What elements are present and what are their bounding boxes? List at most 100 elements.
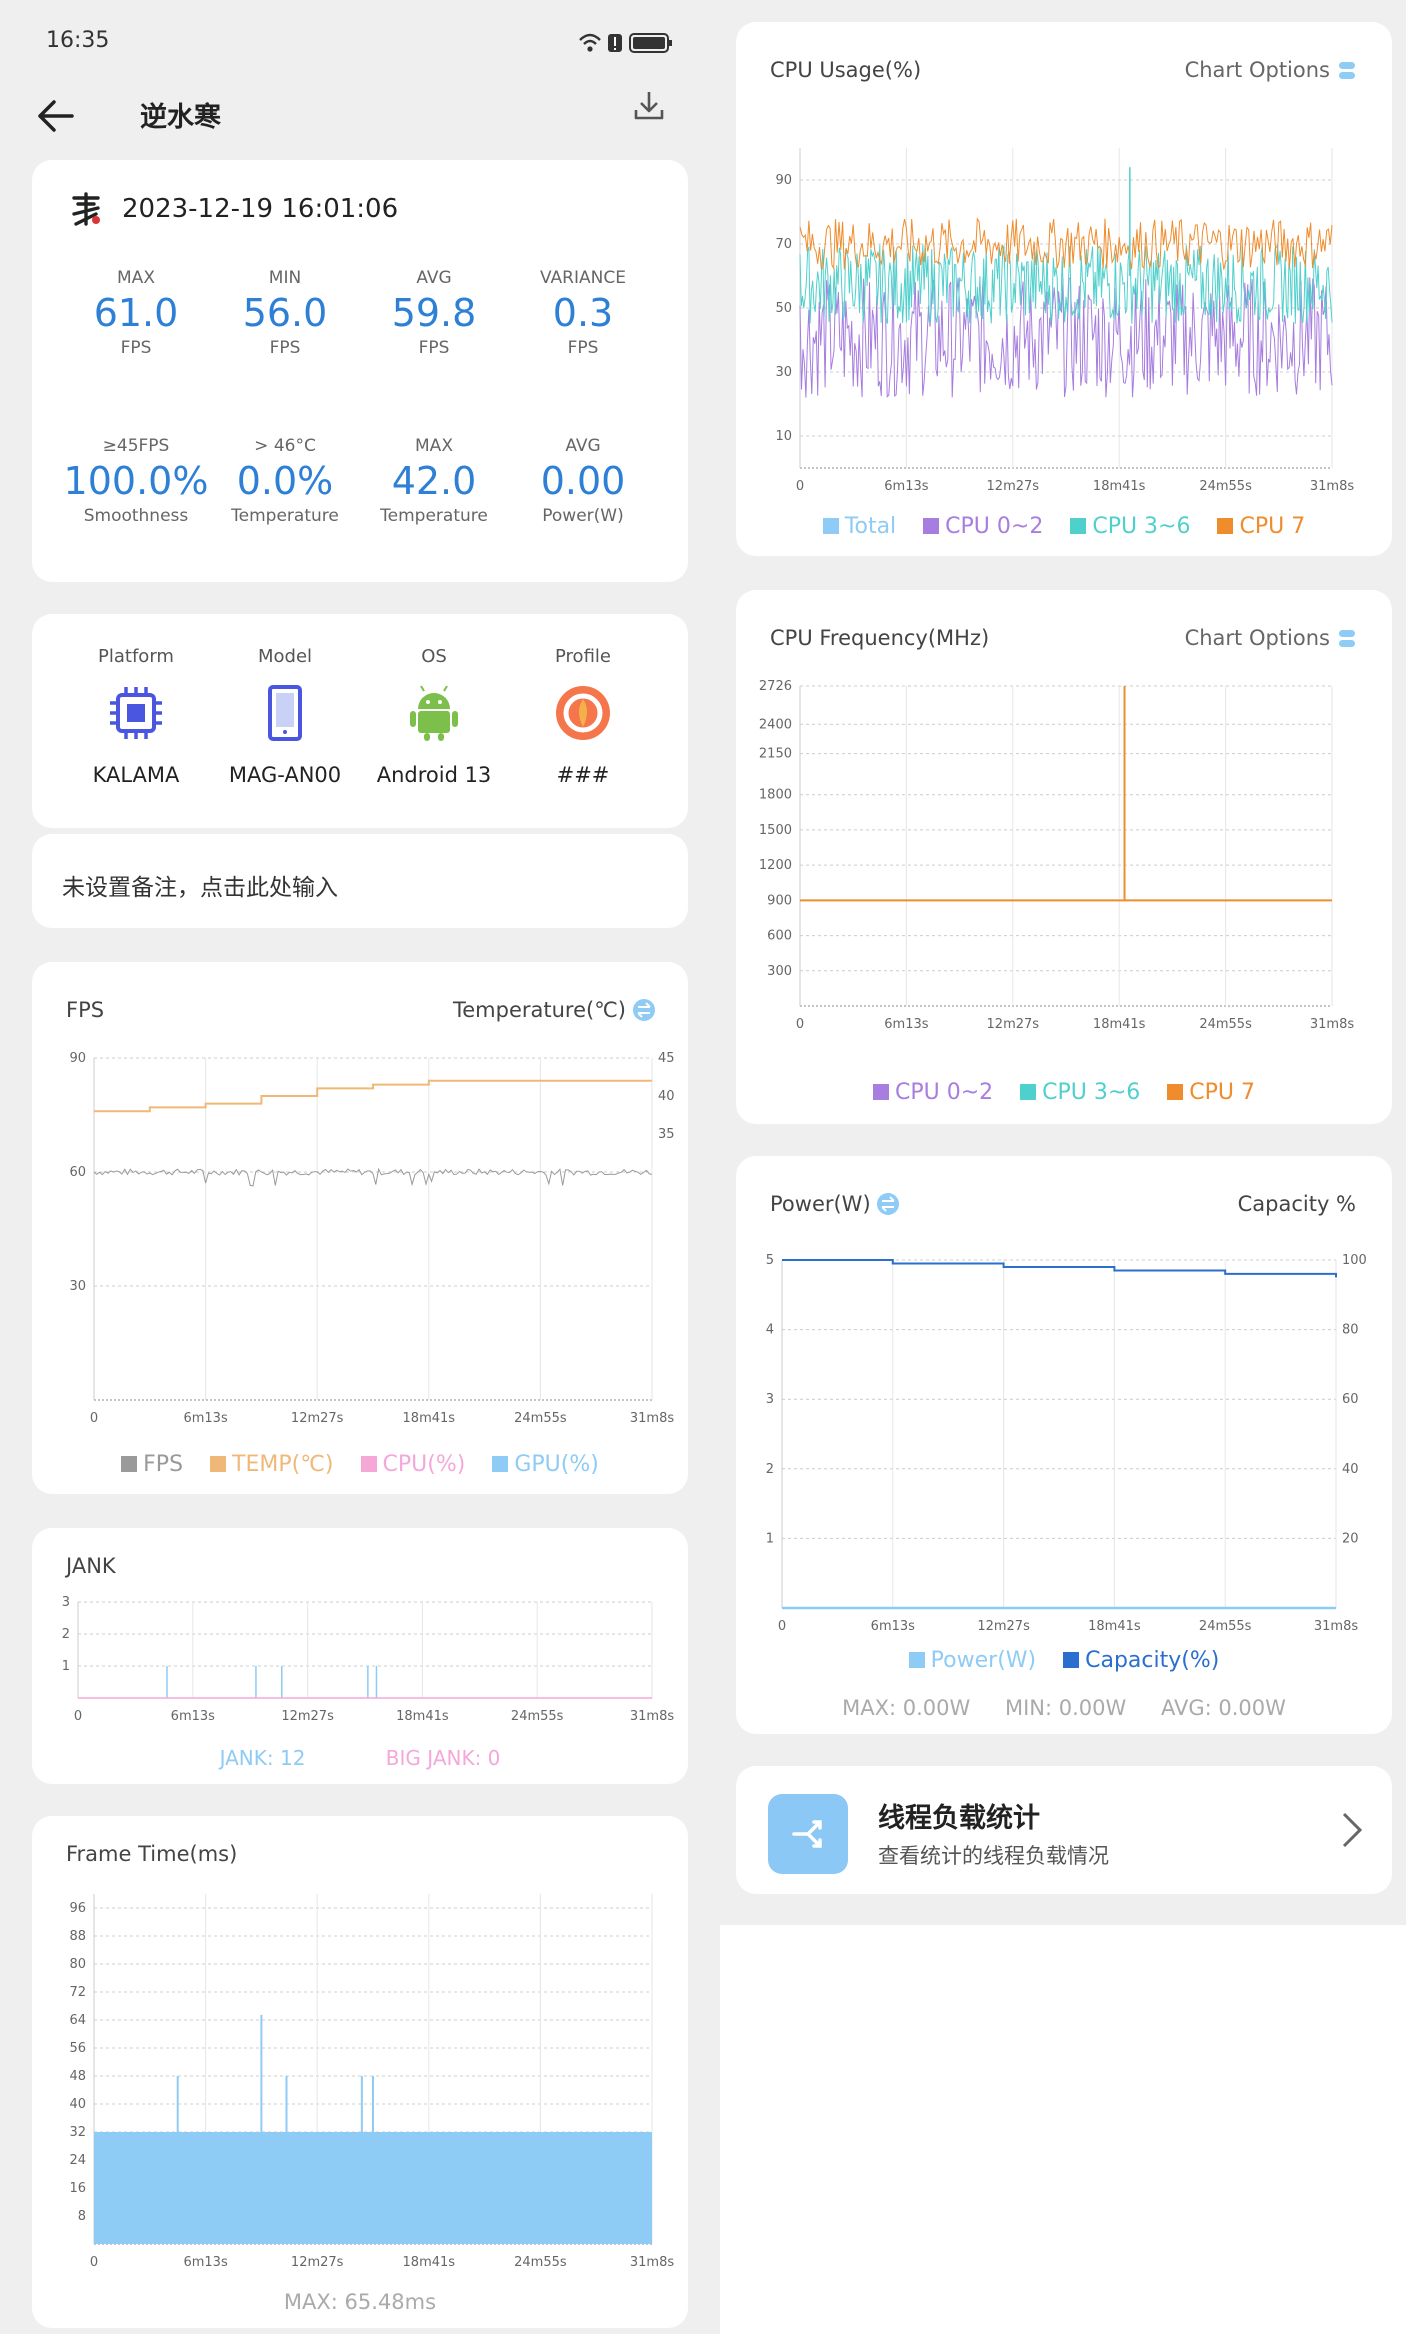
y-tick-label: 600 — [767, 929, 792, 944]
x-tick-label: 24m55s — [511, 1709, 564, 1724]
x-tick-label: 18m41s — [403, 2255, 456, 2270]
download-icon[interactable] — [632, 88, 666, 122]
cpu-frequency-card: CPU Frequency(MHz) Chart Options 300 600 9… — [736, 590, 1392, 1124]
x-tick-label: 6m13s — [183, 2255, 227, 2270]
x-tick-label: 6m13s — [183, 1411, 227, 1426]
power-max: MAX: 0.00W — [842, 1696, 971, 1720]
x-tick-label: 0 — [90, 1411, 98, 1426]
frametime-chart-card: Frame Time(ms) 8 16 24 32 40 48 56 64 72 80 88 96 0 6… — [32, 1816, 688, 2328]
x-tick-label: 6m13s — [871, 1619, 915, 1634]
stat-avg-power: AVG 0.00 Power(W) — [540, 436, 626, 526]
temp-line — [94, 1079, 652, 1113]
note-input[interactable]: 未设置备注，点击此处输入 — [32, 834, 688, 928]
jank-summary: JANK: 12 BIG JANK: 0 — [32, 1746, 688, 1770]
cpu-usage-chart-options[interactable]: Chart Options — [1185, 58, 1330, 82]
device-platform: Platform KALAMA — [92, 646, 180, 787]
x-tick-label: 18m41s — [1088, 1619, 1141, 1634]
cpu-usage-plot: 10 30 50 70 90 0 6m13s 12m27s 18m41s 24m55s 31m8s — [775, 148, 1354, 494]
device-model: Model MAG-AN00 — [228, 646, 342, 787]
legend-cpu36: CPU 3~6 — [1070, 514, 1190, 539]
record-datetime: 2023-12-19 16:01:06 — [122, 194, 399, 224]
x-tick-label: 0 — [74, 1709, 82, 1724]
power-min: MIN: 0.00W — [1004, 1696, 1127, 1720]
legend-cpu: CPU(%) — [360, 1452, 465, 1477]
page-title: 逆水寒 — [140, 102, 221, 133]
status-time: 16:35 — [46, 28, 110, 53]
back-arrow-icon[interactable] — [36, 96, 76, 136]
x-tick-label: 31m8s — [1310, 479, 1354, 494]
x-tick-label: 31m8s — [630, 1709, 674, 1724]
thread-load-card[interactable]: 线程负载统计 查看统计的线程负载情况 — [736, 1766, 1392, 1894]
temperature-axis-title: Temperature(℃) — [453, 998, 626, 1022]
x-tick-label: 31m8s — [630, 2255, 674, 2270]
swap-icon[interactable] — [632, 998, 656, 1022]
device-card: Platform KALAMA Model MAG-AN00 OS Androi… — [32, 614, 688, 828]
x-tick-label: 0 — [778, 1619, 786, 1634]
y-tick-label: 3 — [62, 1595, 70, 1610]
db-icon[interactable] — [1338, 628, 1356, 650]
power-legend: Power(W) Capacity(%) — [736, 1648, 1392, 1673]
jank-chart-plot: 1 2 3 0 6m13s 12m27s 18m41s 24m55s 31m8s — [62, 1595, 675, 1724]
x-tick-label: 0 — [796, 479, 804, 494]
frametime-chart-title: Frame Time(ms) — [66, 1842, 238, 1866]
legend-cpu36: CPU 3~6 — [1020, 1080, 1140, 1105]
x-tick-label: 12m27s — [291, 2255, 344, 2270]
chevron-right-icon — [1342, 1812, 1363, 1848]
y-tick-label: 900 — [767, 893, 792, 908]
y-tick-label: 2 — [62, 1627, 70, 1642]
fps-chart-title: FPS — [66, 998, 105, 1022]
frametime-chart-plot: 8 16 24 32 40 48 56 64 72 80 88 96 0 6m13s 12m27s 18m41… — [69, 1894, 674, 2270]
y-tick-label: 72 — [69, 1985, 86, 2000]
x-tick-label: 31m8s — [630, 1411, 674, 1426]
x-tick-label: 18m41s — [403, 1411, 456, 1426]
y-tick-label: 30 — [775, 365, 792, 380]
summary-card: 2023-12-19 16:01:06 MAX 61.0 FPS MIN 56.0 FP… — [32, 160, 688, 582]
legend-cpu02: CPU 0~2 — [923, 514, 1043, 539]
y-tick-label: 80 — [69, 1957, 86, 1972]
y-tick-label: 8 — [78, 2209, 86, 2224]
x-tick-label: 31m8s — [1310, 1017, 1354, 1032]
y-tick-label: 56 — [69, 2041, 86, 2056]
wifi-icon — [579, 33, 601, 52]
x-tick-label: 12m27s — [987, 479, 1040, 494]
y-tick-label: 96 — [69, 1901, 86, 1916]
frametime-area — [94, 2132, 652, 2244]
cpu-usage-title: CPU Usage(%) — [770, 58, 922, 82]
power-card: Power(W) Capacity % 1 2 3 4 5 0 6m13s 12m27s 18m… — [736, 1156, 1392, 1734]
y-tick-label: 5 — [766, 1253, 774, 1268]
y-tick-label: 24 — [69, 2153, 86, 2168]
x-tick-label: 0 — [90, 2255, 98, 2270]
y2-tick-label: 45 — [658, 1051, 675, 1066]
chip-icon — [110, 687, 162, 739]
y-tick-label: 3 — [766, 1392, 774, 1407]
x-tick-label: 12m27s — [987, 1017, 1040, 1032]
y-tick-label: 1200 — [759, 858, 792, 873]
device-profile: Profile ### — [509, 646, 657, 787]
y-tick-label: 88 — [69, 1929, 86, 1944]
db-icon[interactable] — [1338, 60, 1356, 82]
legend-capacity: Capacity(%) — [1063, 1648, 1219, 1673]
capacity-line — [782, 1259, 1337, 1278]
x-tick-label: 12m27s — [291, 1411, 344, 1426]
x-tick-label: 18m41s — [396, 1709, 449, 1724]
legend-cpu02: CPU 0~2 — [872, 1080, 993, 1105]
x-tick-label: 6m13s — [884, 479, 928, 494]
cpu-frequency-chart-options[interactable]: Chart Options — [1185, 626, 1330, 650]
y-tick-label: 16 — [69, 2181, 86, 2196]
status-icons — [579, 33, 672, 53]
x-tick-label: 31m8s — [1314, 1619, 1358, 1634]
swap-icon[interactable] — [876, 1192, 900, 1216]
y-tick-label: 60 — [69, 1165, 86, 1180]
stat-min-fps: MIN 56.0 FPS — [242, 268, 328, 358]
legend-cpu7: CPU 7 — [1217, 514, 1305, 539]
x-tick-label: 12m27s — [977, 1619, 1030, 1634]
legend-gpu: GPU(%) — [492, 1452, 599, 1477]
x-tick-label: 24m55s — [514, 2255, 567, 2270]
jank-count: JANK: 12 — [219, 1746, 306, 1770]
y-tick-label: 2 — [766, 1462, 774, 1477]
thread-load-subtitle: 查看统计的线程负载情况 — [878, 1844, 1109, 1868]
stat-max-temperature: MAX 42.0 Temperature — [380, 436, 488, 526]
power-avg: AVG: 0.00W — [1160, 1696, 1286, 1720]
y2-tick-label: 40 — [1342, 1462, 1359, 1477]
cpu-usage-card: CPU Usage(%) Chart Options 10 30 50 70 90 0 6m… — [736, 22, 1392, 556]
